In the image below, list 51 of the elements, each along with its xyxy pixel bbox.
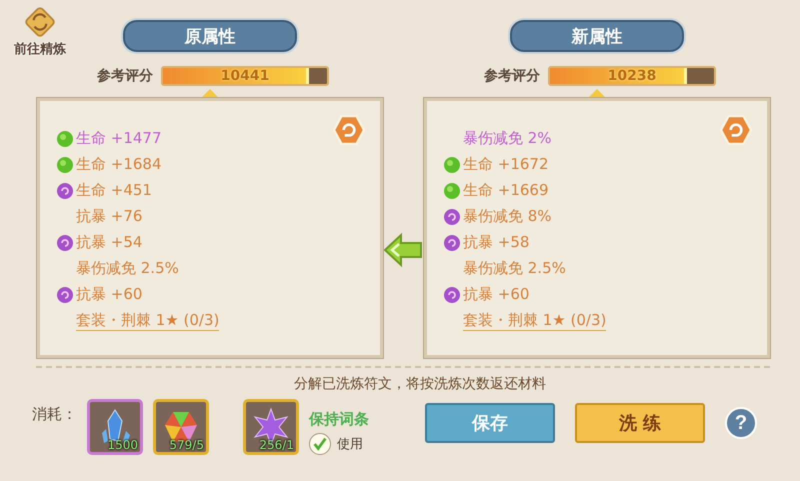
material-count: 579/5 (169, 438, 204, 452)
left-arrow-icon (383, 232, 423, 268)
hexagon-swirl-icon[interactable] (332, 113, 366, 147)
attribute-text: 暴伤减免 2% (463, 129, 552, 148)
attribute-text: 抗暴 +76 (76, 207, 142, 226)
checkmark-icon (311, 435, 329, 453)
swirl-orb-icon (443, 286, 461, 304)
use-label: 使用 (337, 436, 363, 453)
swirl-orb-icon (443, 208, 461, 226)
orb-icon (56, 130, 74, 148)
attribute-text: 抗暴 +60 (463, 285, 530, 304)
material-slot[interactable]: 579/5 (153, 399, 209, 455)
attribute-text: 抗暴 +60 (76, 285, 142, 304)
help-button[interactable]: ? (725, 407, 757, 439)
attribute-text: 生命 +451 (76, 181, 152, 200)
refine-button[interactable]: 洗 练 (575, 403, 705, 443)
material-count: 1500 (107, 438, 138, 452)
attribute-text: 抗暴 +58 (463, 233, 530, 252)
swirl-orb-icon (56, 286, 74, 304)
section-title: 原属性 (123, 20, 297, 52)
score-value: 10441 (220, 68, 270, 84)
set-bonus-link[interactable]: 套装・荆棘 1★ (0/3) (463, 310, 606, 330)
hexagon-swirl-icon[interactable] (719, 113, 753, 147)
attribute-text: 生命 +1672 (463, 155, 549, 174)
keep-affix-label: 保持词条 (309, 410, 369, 429)
attribute-text: 暴伤减免 2.5% (463, 259, 566, 278)
score-value: 10238 (608, 68, 656, 84)
attribute-text: 生命 +1477 (76, 129, 162, 148)
attribute-text: 生命 +1669 (463, 181, 549, 200)
material-slot[interactable]: 1500 (87, 399, 143, 455)
refine-shortcut-button[interactable]: 前往精炼 (14, 4, 66, 58)
swirl-orb-icon (56, 182, 74, 200)
attribute-text: 暴伤减免 2.5% (76, 259, 179, 278)
material-slot[interactable]: 256/1 (243, 399, 299, 455)
notice-text: 分解已洗炼符文，将按洗炼次数返还材料 (293, 375, 547, 393)
orb-icon (443, 182, 461, 200)
orb-icon (443, 156, 461, 174)
cost-label: 消耗： (32, 405, 77, 424)
material-count: 256/1 (259, 438, 294, 452)
attribute-text: 暴伤减免 8% (463, 207, 552, 226)
save-button[interactable]: 保存 (425, 403, 555, 443)
section-title: 新属性 (510, 20, 684, 52)
swirl-orb-icon (443, 234, 461, 252)
use-checkbox[interactable] (309, 433, 331, 455)
swirl-orb-icon (56, 234, 74, 252)
attribute-text: 抗暴 +54 (76, 233, 142, 252)
attribute-text: 生命 +1684 (76, 155, 162, 174)
set-bonus-link[interactable]: 套装・荆棘 1★ (0/3) (76, 310, 220, 330)
score-label: 参考评分 (97, 67, 153, 85)
orb-icon (56, 156, 74, 174)
score-label: 参考评分 (484, 67, 540, 85)
